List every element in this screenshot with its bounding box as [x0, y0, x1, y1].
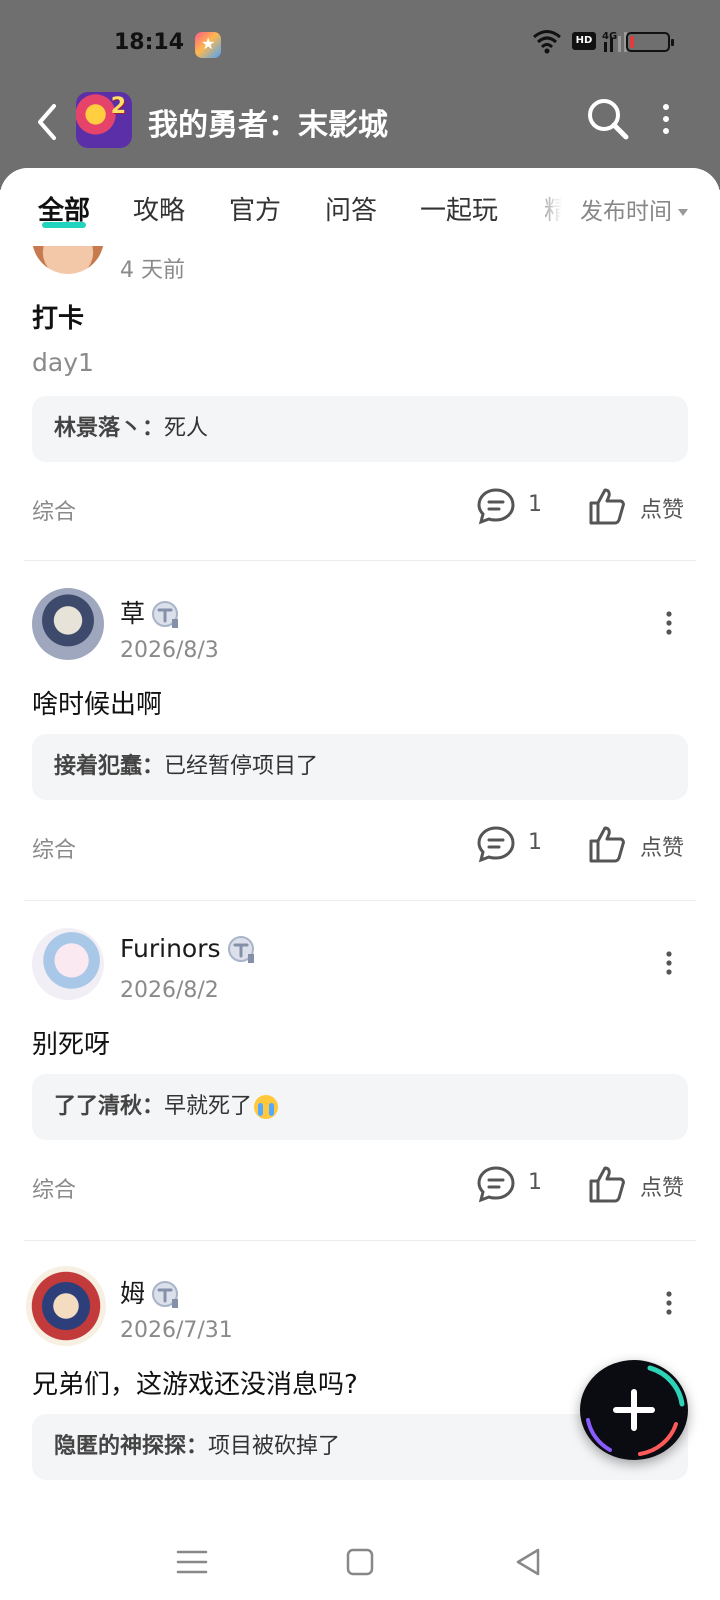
crying-emoji-icon — [254, 1095, 279, 1119]
network-type-label: 4G — [602, 31, 617, 42]
avatar[interactable] — [26, 1266, 106, 1346]
avatar[interactable] — [32, 928, 104, 1000]
reply-text: 已经暂停项目了 — [164, 754, 319, 779]
tab-qa[interactable]: 问答 — [325, 190, 377, 227]
divider — [24, 1240, 696, 1241]
page-title: 我的勇者：末影城 — [148, 108, 388, 143]
reply-text: 死人 — [164, 416, 209, 441]
menu-icon[interactable] — [174, 1544, 210, 1580]
post-body: day1 — [32, 348, 94, 377]
like-button[interactable]: 点赞 — [588, 486, 688, 526]
like-label: 点赞 — [640, 836, 685, 861]
more-vertical-icon[interactable] — [664, 950, 674, 976]
home-square-icon[interactable] — [342, 1544, 378, 1580]
level-badge-icon — [152, 601, 179, 628]
post-date: 2026/8/2 — [120, 978, 219, 1003]
author-name[interactable]: 姆 — [120, 1274, 181, 1310]
wifi-icon — [533, 30, 561, 54]
post-title: 打卡 — [32, 304, 85, 334]
hd-badge: HD — [572, 32, 596, 50]
comment-button[interactable]: 1 — [476, 486, 556, 526]
system-nav-bar — [0, 1530, 720, 1600]
thumbs-up-icon — [589, 826, 625, 863]
more-vertical-icon[interactable] — [664, 610, 674, 636]
more-vertical-icon[interactable] — [660, 102, 672, 136]
like-button[interactable]: 点赞 — [588, 824, 688, 864]
status-bar: 18:14 ★ HD 4G — [0, 28, 720, 64]
post-category: 综合 — [32, 500, 77, 525]
tab-play-together[interactable]: 一起玩 — [420, 190, 498, 227]
reply-text: 项目被砍掉了 — [208, 1434, 341, 1459]
author-name-text: 姆 — [120, 1279, 146, 1308]
chevron-left-icon[interactable] — [30, 100, 64, 144]
nav-header: 我的勇者：末影城 — [0, 88, 720, 158]
reply-preview[interactable]: 接着犯蠢：已经暂停项目了 — [32, 734, 688, 800]
post-date: 4 天前 — [120, 258, 185, 283]
comment-icon — [477, 1166, 515, 1203]
post-date: 2026/8/3 — [120, 638, 219, 663]
tab-guides[interactable]: 攻略 — [133, 190, 185, 227]
reply-preview[interactable]: 林景落丶：死人 — [32, 396, 688, 462]
divider — [24, 900, 696, 901]
author-name-text: Furinors — [120, 934, 221, 963]
level-badge-icon — [227, 936, 254, 963]
status-time: 18:14 — [114, 30, 185, 55]
post-title: 别死呀 — [32, 1030, 111, 1060]
post-category: 综合 — [32, 1178, 77, 1203]
comment-button[interactable]: 1 — [476, 1164, 556, 1204]
author-name[interactable]: Furinors — [120, 934, 257, 965]
level-badge-icon — [152, 1281, 179, 1308]
reply-username: 接着犯蠢： — [54, 754, 165, 779]
reply-username: 隐匿的神探探： — [54, 1434, 209, 1459]
tab-fade — [520, 168, 580, 246]
comment-count: 1 — [528, 1170, 542, 1195]
comment-button[interactable]: 1 — [476, 824, 556, 864]
plus-icon — [613, 1389, 655, 1431]
post-title: 啥时候出啊 — [32, 690, 163, 720]
tab-official[interactable]: 官方 — [229, 190, 281, 227]
post-category: 综合 — [32, 838, 77, 863]
back-triangle-icon[interactable] — [510, 1544, 546, 1580]
more-vertical-icon[interactable] — [664, 1290, 674, 1316]
thumbs-up-icon — [589, 1166, 625, 1203]
create-post-button[interactable] — [580, 1360, 688, 1460]
post-title: 兄弟们，这游戏还没消息吗? — [32, 1370, 358, 1400]
like-button[interactable]: 点赞 — [588, 1164, 688, 1204]
comment-icon — [477, 826, 515, 863]
game-icon — [76, 92, 132, 148]
comment-count: 1 — [528, 830, 542, 855]
reply-username: 了了清秋： — [54, 1094, 165, 1119]
avatar[interactable] — [32, 588, 104, 660]
battery-icon — [626, 32, 674, 52]
search-icon[interactable] — [585, 96, 631, 142]
active-tab-indicator — [42, 222, 86, 228]
post-date: 2026/7/31 — [120, 1318, 233, 1343]
category-tabs: 全部 攻略 官方 问答 一起玩 精 发布时间 — [0, 168, 720, 246]
caret-down-icon — [678, 209, 688, 216]
reply-username: 林景落丶： — [54, 416, 165, 441]
like-label: 点赞 — [640, 498, 685, 523]
sort-dropdown[interactable]: 发布时间 — [580, 192, 688, 226]
divider — [24, 560, 696, 561]
reply-text: 早就死了 — [164, 1094, 253, 1119]
thumbs-up-icon — [589, 488, 625, 525]
comment-count: 1 — [528, 492, 542, 517]
like-label: 点赞 — [640, 1176, 685, 1201]
author-name-text: 草 — [120, 599, 146, 628]
app-header: 18:14 ★ HD 4G 我的勇者：末影城 — [0, 0, 720, 190]
comment-icon — [477, 488, 515, 525]
author-name[interactable]: 草 — [120, 594, 181, 630]
reply-preview[interactable]: 了了清秋：早就死了 — [32, 1074, 688, 1140]
sort-label: 发布时间 — [580, 199, 672, 225]
notification-app-icon: ★ — [195, 32, 221, 58]
